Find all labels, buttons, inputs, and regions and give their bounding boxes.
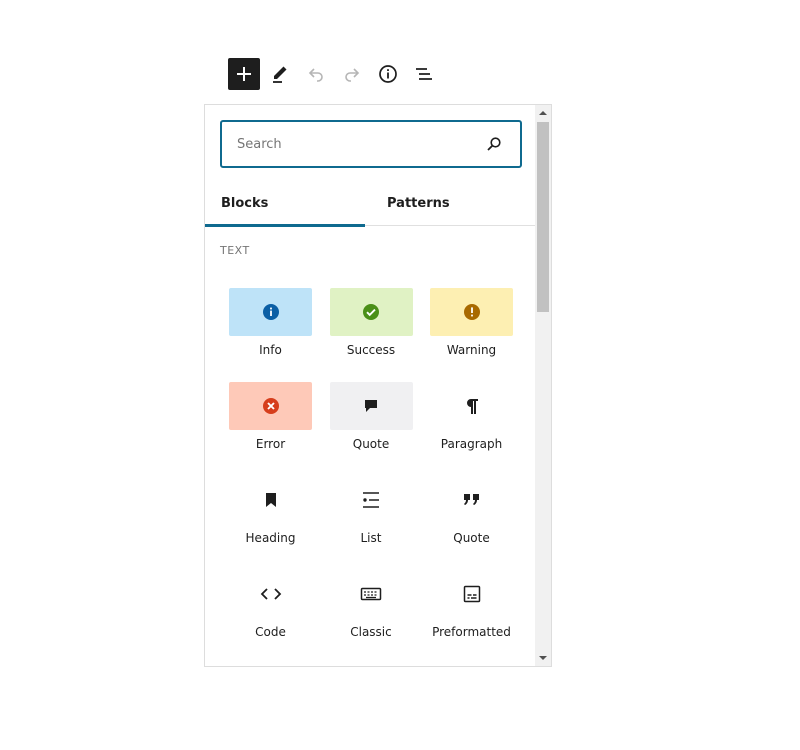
- block-label: Quote: [453, 531, 490, 545]
- block-grid: Info Success Warning Error Quote Paragra…: [229, 288, 519, 664]
- redo-button[interactable]: [336, 58, 368, 90]
- block-icon-tile: [430, 570, 513, 618]
- scrollbar[interactable]: [535, 105, 551, 666]
- block-label: Code: [255, 625, 286, 639]
- scroll-up-arrow[interactable]: [535, 105, 551, 121]
- check-circle-icon: [363, 304, 379, 320]
- undo-button[interactable]: [300, 58, 332, 90]
- error-circle-icon: [262, 398, 279, 414]
- search-icon: [482, 132, 506, 156]
- inserter-content: Search Blocks Patterns TEXT Info Success…: [205, 105, 537, 666]
- editor-toolbar: [228, 58, 444, 90]
- plus-icon: [237, 67, 251, 81]
- block-icon-tile: [229, 382, 312, 430]
- block-label: Error: [255, 437, 286, 451]
- block-preformatted[interactable]: Preformatted: [430, 570, 513, 664]
- block-label: Preformatted: [432, 625, 511, 639]
- tab-patterns[interactable]: Patterns: [371, 181, 537, 225]
- block-icon-tile: [329, 288, 413, 336]
- alert-icon: [463, 304, 480, 320]
- redo-icon: [345, 68, 360, 82]
- inserter-tabs: Blocks Patterns: [205, 181, 537, 227]
- block-label: Classic: [350, 625, 392, 639]
- block-icon-tile: [329, 382, 413, 430]
- block-row: Heading List Quote: [229, 476, 519, 570]
- block-label: Heading: [245, 531, 296, 545]
- block-code[interactable]: Code: [229, 570, 312, 664]
- code-icon: [260, 588, 281, 600]
- list-icon: [363, 492, 379, 508]
- pilcrow-icon: [466, 399, 478, 414]
- block-inserter-panel: Search Blocks Patterns TEXT Info Success…: [204, 104, 552, 667]
- list-view-icon: [416, 68, 432, 80]
- list-view-button[interactable]: [408, 58, 440, 90]
- search-field[interactable]: Search: [220, 120, 522, 168]
- block-label: Warning: [446, 343, 497, 357]
- block-row: Error Quote Paragraph: [229, 382, 519, 476]
- info-icon: [379, 65, 397, 83]
- triangle-up-icon: [539, 111, 547, 115]
- block-info[interactable]: Info: [229, 288, 312, 382]
- scrollbar-thumb[interactable]: [537, 122, 549, 312]
- block-quote[interactable]: Quote: [430, 476, 513, 570]
- add-block-button[interactable]: [228, 58, 260, 90]
- block-label: Paragraph: [440, 437, 503, 451]
- tab-blocks[interactable]: Blocks: [205, 181, 371, 227]
- block-list[interactable]: List: [330, 476, 413, 570]
- block-error[interactable]: Error: [229, 382, 312, 476]
- block-icon-tile: [430, 382, 513, 430]
- block-icon-tile: [229, 476, 312, 524]
- block-warning[interactable]: Warning: [430, 288, 513, 382]
- block-label: List: [360, 531, 382, 545]
- block-quote-notice[interactable]: Quote: [329, 382, 413, 476]
- speech-bubble-icon: [365, 400, 377, 412]
- block-icon-tile: [430, 476, 513, 524]
- block-success[interactable]: Success: [329, 288, 413, 382]
- undo-icon: [308, 68, 323, 82]
- keyboard-icon: [360, 587, 382, 601]
- section-title: TEXT: [220, 244, 250, 257]
- preformatted-icon: [463, 585, 480, 603]
- tools-button[interactable]: [264, 58, 296, 90]
- block-icon-tile: [229, 570, 312, 618]
- block-icon-tile: [430, 288, 513, 336]
- block-icon-tile: [330, 570, 413, 618]
- details-button[interactable]: [372, 58, 404, 90]
- block-label: Info: [259, 343, 282, 357]
- triangle-down-icon: [539, 656, 547, 660]
- scroll-down-arrow[interactable]: [535, 650, 551, 666]
- block-icon-tile: [229, 288, 312, 336]
- block-label: Quote: [352, 437, 390, 451]
- block-classic[interactable]: Classic: [330, 570, 413, 664]
- quote-marks-icon: [463, 494, 479, 505]
- block-paragraph[interactable]: Paragraph: [430, 382, 513, 476]
- bookmark-icon: [265, 493, 276, 507]
- search-input[interactable]: Search: [222, 137, 482, 152]
- info-icon: [262, 304, 279, 320]
- block-label: Success: [346, 343, 396, 357]
- pencil-icon: [273, 66, 287, 83]
- block-row: Code Classic Preformatted: [229, 570, 519, 664]
- block-heading[interactable]: Heading: [229, 476, 312, 570]
- block-icon-tile: [330, 476, 413, 524]
- block-row: Info Success Warning: [229, 288, 519, 382]
